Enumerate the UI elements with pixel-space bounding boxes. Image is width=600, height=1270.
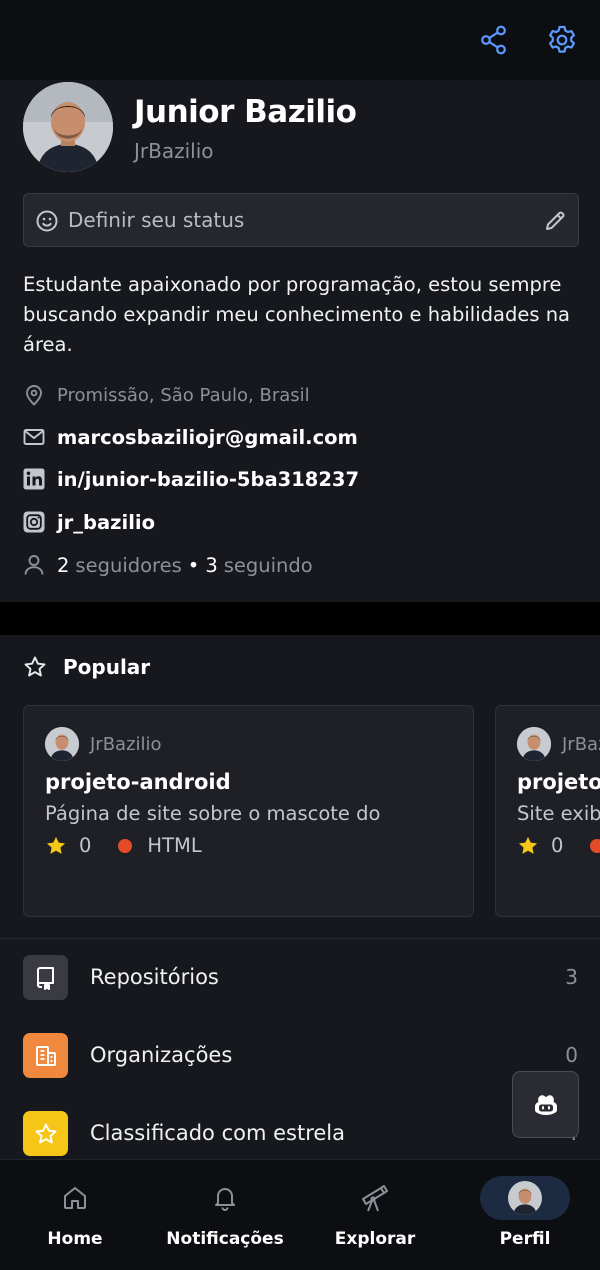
repo-owner-name: JrBazilio <box>562 733 600 755</box>
email-row[interactable]: marcosbaziliojr@gmail.com <box>23 423 358 451</box>
profile-name: Junior Bazilio <box>134 94 357 130</box>
copilot-icon <box>533 1093 559 1117</box>
repo-name: projeto-android <box>45 770 231 794</box>
instagram-icon <box>23 511 45 533</box>
following-label[interactable]: seguindo <box>224 554 313 577</box>
star-outline-icon <box>23 655 47 679</box>
nav-label: Notificações <box>166 1229 284 1249</box>
popular-section: Popular JrBazilio projeto-android Página… <box>0 635 600 940</box>
repo-owner: JrBazilio <box>517 727 600 761</box>
organization-icon <box>23 1033 68 1078</box>
nav-explore[interactable]: Explorar <box>300 1160 450 1270</box>
location-text: Promissão, São Paulo, Brasil <box>57 384 310 406</box>
status-placeholder: Definir seu status <box>68 208 245 232</box>
star-filled-icon <box>45 835 67 857</box>
top-bar <box>0 0 600 80</box>
star-icon <box>23 1111 68 1156</box>
menu-item-repositories[interactable]: Repositórios 3 <box>0 939 600 1017</box>
home-icon <box>30 1176 120 1220</box>
repo-card[interactable]: JrBazilio projeto-android Página de site… <box>23 705 474 917</box>
repo-name: projeto- <box>517 770 600 794</box>
repo-owner-name: JrBazilio <box>90 733 162 755</box>
followers-count[interactable]: 2 <box>57 554 69 577</box>
smiley-icon <box>35 209 59 233</box>
repo-star-count: 0 <box>551 834 564 857</box>
repo-owner: JrBazilio <box>45 727 162 761</box>
instagram-link[interactable]: jr_bazilio <box>57 511 155 534</box>
avatar <box>517 727 551 761</box>
repo-meta: 0 HTML <box>45 834 202 857</box>
profile-section: Junior Bazilio JrBazilio Definir seu sta… <box>0 80 600 602</box>
menu-count: 0 <box>565 1043 578 1067</box>
repo-icon <box>23 955 68 1000</box>
profile-login: JrBazilio <box>134 139 214 163</box>
nav-label: Explorar <box>334 1229 416 1249</box>
repo-card[interactable]: JrBazilio projeto- Site exib 0 <box>495 705 600 917</box>
popular-header: Popular <box>23 655 150 679</box>
nav-profile[interactable]: Perfil <box>450 1160 600 1270</box>
language-color-dot <box>118 838 133 853</box>
nav-label: Perfil <box>499 1229 551 1249</box>
share-icon[interactable] <box>476 22 512 58</box>
language-color-dot <box>590 838 600 853</box>
follow-separator: • <box>187 553 200 577</box>
menu-label: Classificado com estrela <box>90 1121 345 1145</box>
star-filled-icon <box>517 835 539 857</box>
followers-label[interactable]: seguidores <box>75 554 181 577</box>
telescope-icon <box>330 1176 420 1220</box>
bottom-navigation: Home Notificações Explorar Perfil <box>0 1159 600 1270</box>
avatar[interactable] <box>23 82 113 172</box>
followers-row[interactable]: 2 seguidores • 3 seguindo <box>23 551 313 579</box>
mail-icon <box>23 426 45 448</box>
person-icon <box>23 554 45 576</box>
menu-item-starred[interactable]: Classificado com estrela 4 <box>0 1095 600 1159</box>
menu-label: Organizações <box>90 1043 233 1067</box>
nav-home[interactable]: Home <box>0 1160 150 1270</box>
menu-label: Repositórios <box>90 965 219 989</box>
repo-star-count: 0 <box>79 834 92 857</box>
avatar <box>508 1181 542 1215</box>
repo-description: Página de site sobre o mascote do <box>45 802 381 825</box>
linkedin-link[interactable]: in/junior-bazilio-5ba318237 <box>57 468 359 491</box>
profile-bio: Estudante apaixonado por programação, es… <box>23 273 571 356</box>
repo-language: HTML <box>147 834 202 857</box>
bell-icon <box>180 1176 270 1220</box>
profile-menu: Repositórios 3 Organizações 0 Classifica… <box>0 939 600 1159</box>
nav-notifications[interactable]: Notificações <box>150 1160 300 1270</box>
repo-description: Site exib <box>517 802 600 825</box>
active-nav-indicator <box>480 1176 570 1220</box>
location-pin-icon <box>23 384 45 406</box>
gear-icon[interactable] <box>544 22 580 58</box>
following-count[interactable]: 3 <box>205 554 217 577</box>
menu-item-organizations[interactable]: Organizações 0 <box>0 1017 600 1095</box>
section-divider <box>0 602 600 635</box>
linkedin-row[interactable]: in/junior-bazilio-5ba318237 <box>23 465 359 493</box>
instagram-row[interactable]: jr_bazilio <box>23 508 155 536</box>
copilot-button[interactable] <box>512 1071 579 1138</box>
pencil-icon <box>543 209 567 233</box>
repo-meta: 0 <box>517 834 600 857</box>
location-row: Promissão, São Paulo, Brasil <box>23 381 310 409</box>
profile-screen: Junior Bazilio JrBazilio Definir seu sta… <box>0 0 600 1270</box>
avatar <box>45 727 79 761</box>
status-button[interactable]: Definir seu status <box>23 193 579 247</box>
nav-label: Home <box>47 1229 103 1249</box>
email-link[interactable]: marcosbaziliojr@gmail.com <box>57 426 358 449</box>
menu-count: 3 <box>565 965 578 989</box>
linkedin-icon <box>23 468 45 490</box>
popular-title: Popular <box>63 655 151 679</box>
